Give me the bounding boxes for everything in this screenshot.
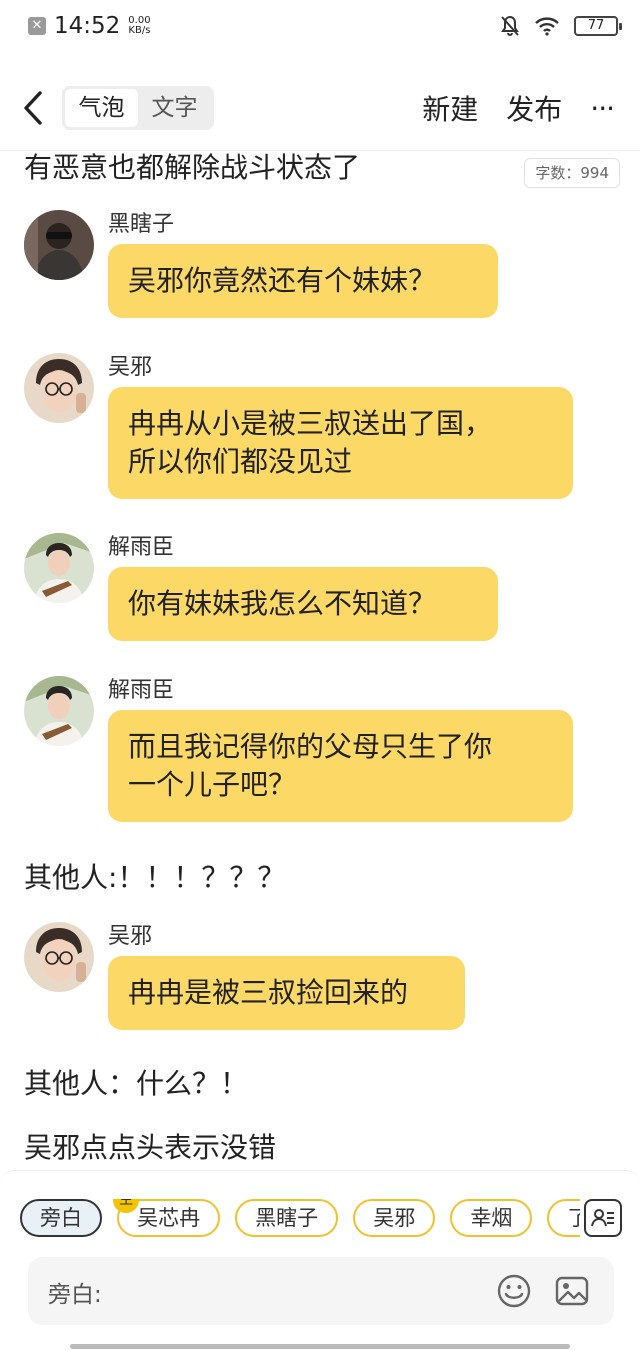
mute-bell-icon (501, 15, 519, 36)
message-bubble[interactable]: 冉冉从小是被三叔送出了国， 所以你们都没见过 (108, 387, 573, 499)
message-bubble[interactable]: 吴邪你竟然还有个妹妹？ (108, 244, 498, 318)
narration-text: 其他人:！！！？？？ (24, 861, 286, 894)
role-chip-main[interactable]: 主吴芯冉 (113, 1199, 221, 1237)
speaker-name: 黑瞎子 (108, 212, 175, 237)
image-icon[interactable] (554, 1273, 590, 1309)
emoji-icon[interactable] (496, 1273, 532, 1309)
message-text: 吴邪你竟然还有个妹妹？ (128, 264, 437, 297)
home-indicator (70, 1344, 570, 1349)
message-bubble[interactable]: 你有妹妹我怎么不知道？ (108, 567, 498, 641)
avatar-xieyuchen[interactable] (24, 676, 94, 746)
main-role-badge: 主 (113, 1199, 140, 1213)
publish-button[interactable]: 发布 (506, 88, 562, 128)
tab-bubble[interactable]: 气泡 (65, 89, 138, 127)
message-text: 冉冉从小是被三叔送出了国， (128, 407, 493, 440)
role-chip[interactable]: 黑瞎子 (235, 1199, 339, 1237)
message-text: 你有妹妹我怎么不知道？ (128, 587, 437, 620)
battery-level: 77 (587, 18, 605, 33)
role-manager-icon (591, 1209, 614, 1227)
role-chip-label: 吴芯冉 (137, 1206, 201, 1230)
message-bubble[interactable]: 而且我记得你的父母只生了你 一个儿子吧？ (108, 710, 573, 822)
role-chip[interactable]: 幸烟 (450, 1199, 533, 1237)
avatar-wuxie[interactable] (24, 353, 94, 423)
message-text: 一个儿子吧？ (128, 768, 297, 801)
role-chip[interactable]: 吴邪 (353, 1199, 436, 1237)
message-bubble[interactable]: 冉冉是被三叔捡回来的 (108, 956, 465, 1030)
story-content[interactable]: 有恶意也都解除战斗状态了 字数：994 黑瞎子 吴邪你竟然还有个妹妹？ 吴邪 冉… (0, 150, 640, 1170)
back-arrow-icon (24, 91, 42, 125)
message-input[interactable]: 旁白: (28, 1257, 614, 1325)
notification-close-icon: ✕ (28, 17, 46, 35)
input-panel: 旁白 主吴芯冉 黑瞎子 吴邪 幸烟 了 旁白: (0, 1170, 640, 1351)
message-text: 而且我记得你的父母只生了你 (128, 730, 493, 763)
role-selector: 旁白 主吴芯冉 黑瞎子 吴邪 幸烟 了 (20, 1199, 580, 1239)
narration-intro: 有恶意也都解除战斗状态了 (24, 151, 361, 184)
tab-text[interactable]: 文字 (138, 89, 211, 127)
more-button[interactable]: ··· (590, 92, 615, 125)
input-placeholder: 旁白: (48, 1282, 102, 1308)
message-text: 冉冉是被三叔捡回来的 (128, 976, 409, 1009)
speaker-name: 吴邪 (108, 924, 153, 949)
clock: 14:52 (54, 13, 121, 39)
battery-icon: 77 (574, 16, 622, 36)
network-speed-unit: KB/s (128, 25, 151, 36)
new-button[interactable]: 新建 (422, 88, 478, 128)
message-text: 所以你们都没见过 (128, 445, 353, 478)
speaker-name: 解雨臣 (108, 535, 175, 560)
avatar-xieyuchen[interactable] (24, 533, 94, 603)
narration-text: 吴邪点点头表示没错 (24, 1131, 277, 1164)
mode-switch: 气泡 文字 (62, 86, 214, 130)
narration-text: 其他人：什么？！ (24, 1067, 249, 1100)
speaker-name: 吴邪 (108, 355, 153, 380)
status-bar: ✕ 14:52 0.00 KB/s 77 (0, 0, 640, 52)
word-count: 字数：994 (524, 158, 620, 188)
network-speed: 0.00 KB/s (128, 16, 150, 36)
editor-toolbar: 气泡 文字 新建 发布 ··· (0, 82, 640, 134)
avatar-heixiazi[interactable] (24, 210, 94, 280)
role-chip-narrator[interactable]: 旁白 (20, 1199, 102, 1237)
back-button[interactable] (18, 88, 48, 128)
wifi-icon (535, 17, 559, 36)
speaker-name: 解雨臣 (108, 678, 175, 703)
avatar-wuxie[interactable] (24, 922, 94, 992)
role-manager-button[interactable] (584, 1199, 622, 1237)
role-chip[interactable]: 了 (547, 1199, 580, 1237)
